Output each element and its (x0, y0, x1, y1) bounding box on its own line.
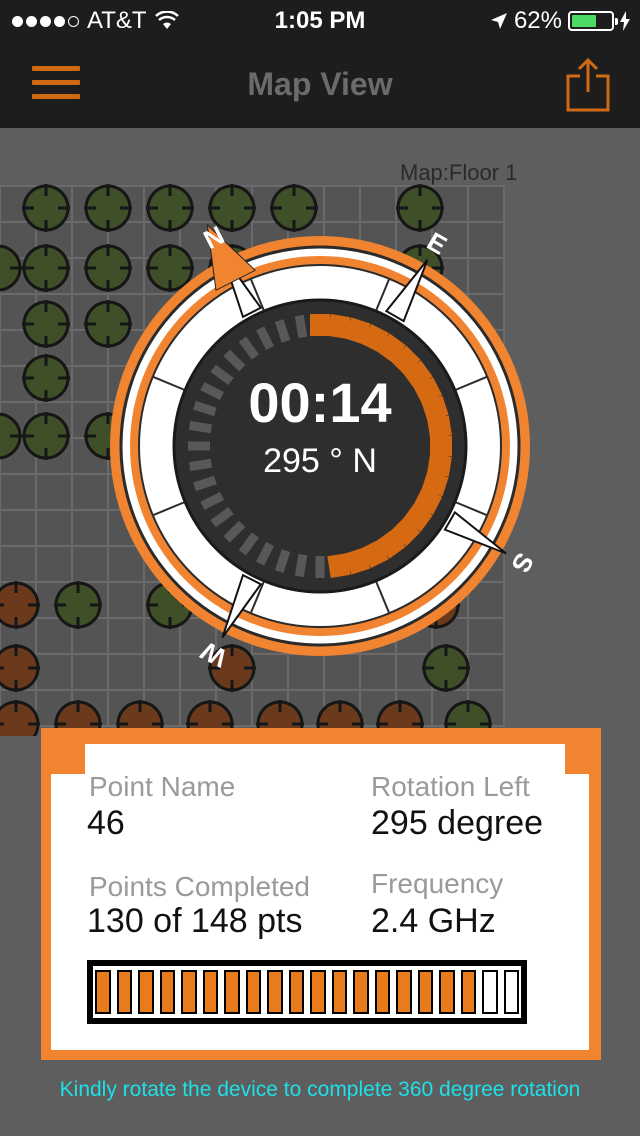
progress-segment (374, 970, 390, 1014)
progress-segment (439, 970, 455, 1014)
progress-segment (181, 970, 197, 1014)
progress-segment (460, 970, 476, 1014)
charging-bolt-icon (620, 11, 630, 31)
compass-label-w: W (196, 635, 232, 673)
progress-segment (202, 970, 218, 1014)
progress-segment (159, 970, 175, 1014)
progress-segment (245, 970, 261, 1014)
progress-tick (413, 487, 443, 515)
progress-segment (95, 970, 111, 1014)
progress-tick (376, 529, 406, 559)
progress-tick (327, 553, 351, 578)
map-floor-label: Map:Floor 1 (400, 160, 518, 185)
progress-tick (344, 547, 371, 575)
rotation-hint: Kindly rotate the device to complete 360… (59, 1078, 581, 1101)
compass-heading: 295 ° N (263, 442, 377, 480)
progress-segment (288, 970, 304, 1014)
navigation-bar: Map View (0, 40, 640, 128)
rotation-timer: 00:14 (248, 371, 392, 434)
share-icon[interactable] (566, 56, 610, 112)
progress-segment (396, 970, 412, 1014)
battery-percent: 62% (513, 7, 562, 34)
frequency-value: 2.4 GHz (371, 902, 496, 940)
compass-label-s: S (505, 548, 540, 578)
status-bar: AT&T 1:05 PM 62% (0, 0, 640, 40)
progress-segment (417, 970, 433, 1014)
progress-segment (503, 970, 519, 1014)
point-name-label: Point Name (89, 771, 236, 802)
progress-segment (138, 970, 154, 1014)
progress-tick (361, 323, 389, 353)
progress-segment (353, 970, 369, 1014)
points-completed-value: 130 of 148 pts (87, 902, 303, 940)
progress-tick (421, 470, 449, 497)
compass-label-e: E (422, 226, 452, 261)
point-name-value: 46 (87, 804, 125, 842)
location-arrow-icon (490, 13, 507, 29)
progress-segment (224, 970, 240, 1014)
progress-segment (482, 970, 498, 1014)
info-card: Point Name 46 Rotation Left 295 degree P… (41, 728, 601, 1060)
progress-tick (344, 317, 371, 345)
rotation-left-label: Rotation Left (371, 771, 530, 802)
progress-tick (294, 314, 308, 339)
points-completed-label: Points Completed (89, 871, 311, 902)
progress-tick (327, 314, 351, 339)
battery-icon (568, 11, 618, 31)
progress-segment (331, 970, 347, 1014)
progress-tick (376, 333, 406, 363)
progress-tick (390, 345, 421, 376)
progress-tick (361, 539, 389, 569)
progress-segment (116, 970, 132, 1014)
progress-segment (267, 970, 283, 1014)
frequency-label: Frequency (371, 868, 504, 899)
points-progress-bar (87, 960, 527, 1024)
progress-tick (390, 516, 421, 547)
rotation-left-value: 295 degree (371, 804, 544, 842)
progress-tick (403, 502, 433, 532)
progress-segment (310, 970, 326, 1014)
progress-tick (294, 553, 308, 578)
page-title: Map View (247, 66, 393, 102)
